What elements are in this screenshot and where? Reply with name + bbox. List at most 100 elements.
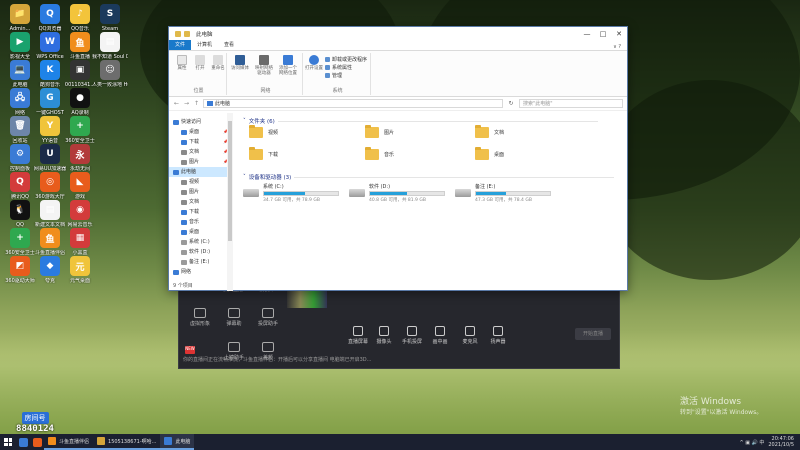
- address-input[interactable]: 此电脑: [203, 99, 503, 108]
- nav-pane-item[interactable]: 此电脑: [169, 167, 232, 177]
- ribbon-group-label: 系统: [332, 88, 343, 94]
- stream-tool-button[interactable]: 麦克风: [455, 326, 485, 345]
- stream-tool-button[interactable]: 摄像头: [369, 326, 399, 345]
- nav-pane-item[interactable]: 桌面: [169, 227, 232, 237]
- tab-view[interactable]: 查看: [218, 40, 240, 50]
- wallpaper-tree: [600, 80, 800, 280]
- taskbar-pinned-app[interactable]: [16, 434, 30, 450]
- up-button[interactable]: ↑: [193, 100, 200, 107]
- nav-pane-item[interactable]: 文档 📌: [169, 147, 232, 157]
- folder-item[interactable]: 文档: [475, 125, 504, 138]
- nav-pane-item[interactable]: 图片 📌: [169, 157, 232, 167]
- uninstall-button[interactable]: 卸载或更改程序: [325, 56, 367, 63]
- start-stream-button[interactable]: 开始直播: [575, 328, 611, 340]
- taskbar-pinned-app[interactable]: [30, 434, 44, 450]
- open-settings-button[interactable]: 打开设置: [305, 55, 323, 71]
- start-button[interactable]: [0, 434, 16, 450]
- nav-scrollbar[interactable]: [227, 113, 233, 291]
- nav-pane-item[interactable]: 文档: [169, 197, 232, 207]
- nav-pane-item[interactable]: 图片: [169, 187, 232, 197]
- window-title: 此电脑: [196, 32, 213, 38]
- tab-computer[interactable]: 计算机: [191, 40, 218, 50]
- avatar-button[interactable]: 虚拟形象: [183, 308, 217, 327]
- close-button[interactable]: ✕: [611, 27, 627, 41]
- danmu-button[interactable]: 弹幕助: [217, 308, 251, 327]
- nav-pane-item[interactable]: 下载: [169, 207, 232, 217]
- search-input[interactable]: 搜索"此电脑": [519, 99, 623, 108]
- nav-pane-label: 此电脑: [181, 169, 197, 175]
- explorer-titlebar[interactable]: 此电脑 — □ ✕: [169, 27, 627, 41]
- desktop-icon[interactable]: S Steam: [92, 4, 128, 32]
- drive-item[interactable]: 备注 (E:) 47.3 GB 可用，共 78.4 GB: [455, 183, 555, 207]
- folders-section-header[interactable]: ˅ 文件夹 (6): [243, 117, 598, 125]
- folder-item[interactable]: 音乐: [365, 147, 394, 160]
- folder-item[interactable]: 图片: [365, 125, 394, 138]
- stream-tool-label: 麦克风: [462, 339, 478, 345]
- nav-pane-item[interactable]: 视频: [169, 177, 232, 187]
- cast-helper-button[interactable]: 投屏助手: [251, 308, 285, 327]
- nav-pane-item[interactable]: 下载 📌: [169, 137, 232, 147]
- ribbon-tab-bar: 文件 计算机 查看 ∨ ?: [169, 40, 627, 51]
- taskbar-app-button[interactable]: 1505138671-啊哈...: [93, 434, 161, 450]
- nav-pane-item[interactable]: 软件 (D:): [169, 247, 232, 257]
- stream-tool-button[interactable]: 画中画: [425, 326, 455, 345]
- folder-item[interactable]: 下载: [249, 147, 278, 160]
- stream-tool-button[interactable]: 手机投屏: [397, 326, 427, 345]
- refresh-button[interactable]: ↻: [506, 100, 516, 107]
- desktop-icon[interactable]: ☺ 人类一败涂地 Human Fa...: [92, 60, 128, 88]
- stream-tool-icon: [379, 326, 389, 336]
- taskbar-app-button[interactable]: 斗鱼直播伴侣: [44, 434, 94, 450]
- desktop-icon[interactable]: ◉ 网易云音乐: [62, 200, 98, 228]
- desktop-icon[interactable]: 永永劫无间: [62, 144, 98, 172]
- drives-section-header[interactable]: ˅ 设备和驱动器 (3): [243, 173, 615, 181]
- system-properties-button[interactable]: 系统属性: [325, 64, 352, 71]
- nav-pane-label: 图片: [189, 189, 200, 195]
- nav-pane-item[interactable]: 音乐: [169, 217, 232, 227]
- tab-file[interactable]: 文件: [169, 40, 192, 50]
- nav-pane-item[interactable]: 桌面 📌: [169, 127, 232, 137]
- properties-icon[interactable]: [175, 31, 181, 37]
- app-icon: [164, 437, 173, 445]
- scrollbar-thumb[interactable]: [228, 121, 232, 241]
- desktop-icon[interactable]: +360安全卫士: [62, 116, 98, 144]
- activation-subtitle: 转到"设置"以激活 Windows。: [680, 409, 763, 416]
- explorer-content: 快速访问 桌面 📌 下载 📌 文档 📌 图片 📌 此电脑 视频 图片 文档 下载 音乐 桌面 系统 (C:) 软件…: [169, 113, 627, 291]
- nav-pane-item[interactable]: 备注 (E:): [169, 257, 232, 267]
- map-drive-button[interactable]: 映射网络驱动器: [255, 55, 273, 76]
- properties-button[interactable]: 属性: [173, 55, 191, 71]
- forward-button[interactable]: →: [183, 100, 190, 107]
- desktop-icon[interactable]: ◣ 游戏: [62, 172, 98, 200]
- folder-item[interactable]: 桌面: [475, 147, 505, 160]
- open-button[interactable]: 打开: [191, 55, 209, 71]
- stream-tool-button[interactable]: 扬声器: [483, 326, 513, 345]
- folder-icon: [181, 159, 187, 165]
- drive-item[interactable]: 系统 (C:) 34.7 GB 可用，共 78.9 GB: [243, 183, 343, 207]
- stream-tool-label: 画中画: [432, 339, 448, 345]
- add-network-location-button[interactable]: 添加一个网络位置: [279, 55, 297, 76]
- folder-icon: [365, 147, 379, 160]
- desktop-icon[interactable]: ▦ 小黑盒: [62, 228, 98, 256]
- nav-pane-item[interactable]: 系统 (C:): [169, 237, 232, 247]
- folder-icon: [181, 139, 187, 145]
- desktop-icon[interactable]: ● AQ录制: [62, 88, 98, 116]
- new-folder-icon[interactable]: [184, 31, 190, 37]
- folder-item[interactable]: 视频: [249, 125, 278, 138]
- manage-button[interactable]: 管理: [325, 72, 342, 79]
- folder-label: 桌面: [494, 152, 505, 158]
- drive-item[interactable]: 软件 (D:) 40.8 GB 可用，共 81.9 GB: [349, 183, 449, 207]
- taskbar-app-button[interactable]: 此电脑: [160, 434, 195, 450]
- properties-icon: [177, 55, 187, 65]
- media-access-button[interactable]: 访问媒体: [231, 55, 249, 71]
- ribbon-expand-button[interactable]: ∨ ?: [613, 44, 627, 50]
- nav-pane-item[interactable]: 快速访问: [169, 117, 232, 127]
- nav-pane-item[interactable]: 网络: [169, 267, 232, 277]
- back-button[interactable]: ←: [173, 100, 180, 107]
- app-icon: 🖧: [10, 88, 30, 108]
- desktop-icon[interactable]: 元元气桌面: [62, 256, 98, 284]
- maximize-button[interactable]: □: [595, 27, 611, 41]
- minimize-button[interactable]: —: [579, 27, 595, 41]
- desktop-icon[interactable]: ▤我不知道 Soul D...: [92, 32, 128, 60]
- tray-icons[interactable]: ^ ▣ 🔊 中: [739, 439, 764, 446]
- rename-button[interactable]: 重命名: [209, 55, 227, 71]
- clock[interactable]: 20:47:06 2021/10/5: [768, 436, 794, 448]
